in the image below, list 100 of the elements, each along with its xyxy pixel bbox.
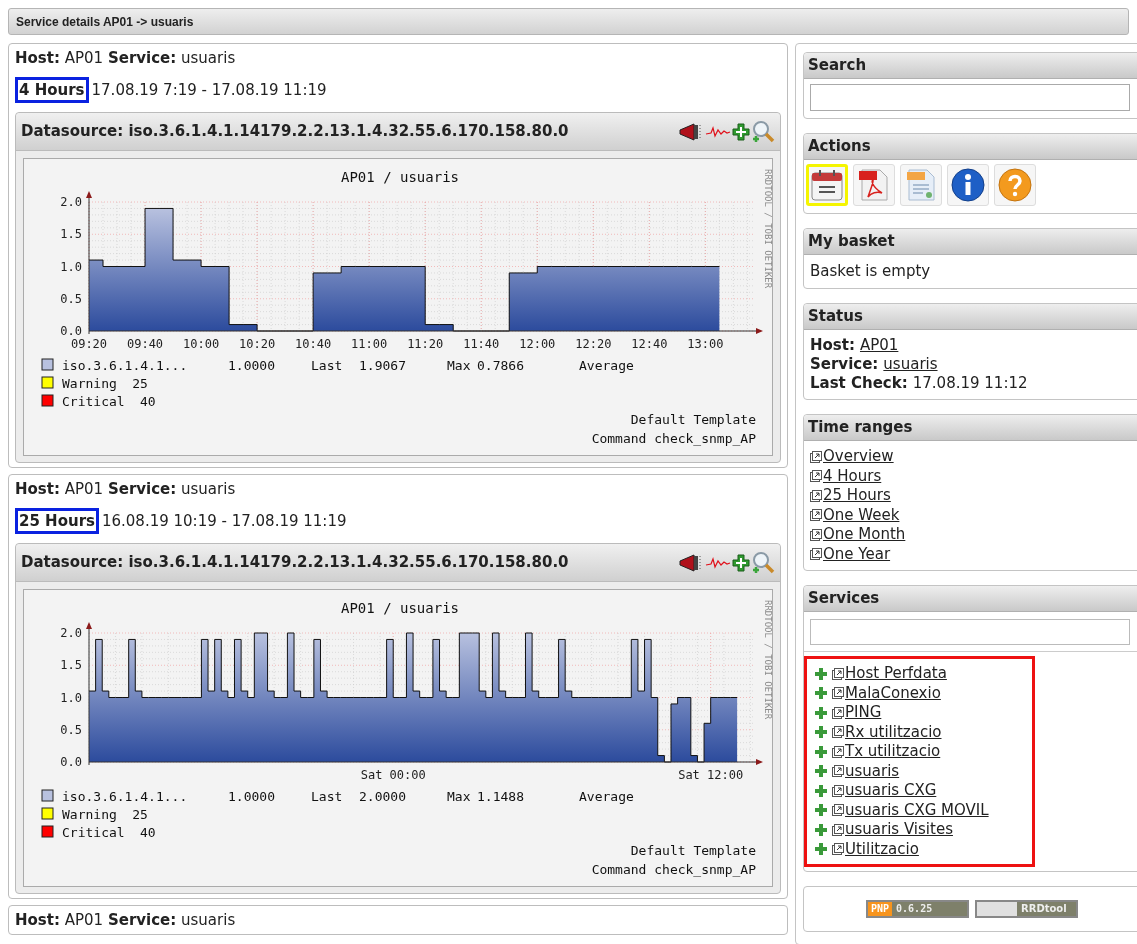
external-link-icon [832,784,844,797]
external-link-icon [832,823,844,836]
plus-icon[interactable] [732,553,750,572]
badge-label: RRDtool [1020,902,1068,916]
plus-icon[interactable] [815,706,827,719]
command-text: Command check_snmp_AP [591,431,756,446]
axis-label: Sat 00:00 [360,768,426,782]
megaphone-icon[interactable] [678,552,704,573]
external-link-icon [810,548,822,561]
plus-icon[interactable] [815,687,827,700]
external-link-icon [832,843,844,856]
legend-text: 0.7866 [477,358,524,373]
status-label: Host: [810,336,855,355]
legend-text: 40 [140,825,156,840]
service-link[interactable]: Rx utilitzacio [845,722,942,742]
axis-label: 0.5 [60,291,82,306]
plus-icon[interactable] [815,667,827,680]
service-link[interactable]: usuaris CXG [845,781,937,801]
zoom-icon[interactable] [751,119,775,144]
chart-title: AP01 / usuaris [341,600,459,616]
legend-text: Critical [62,825,125,840]
services-filter-field[interactable] [810,619,1130,645]
time-range-link[interactable]: One Week [823,505,900,525]
plus-icon[interactable] [815,804,827,817]
time-range-link[interactable]: Overview [823,447,894,467]
section-header: Search [804,53,1137,79]
external-link-icon [832,745,844,758]
section-header: Status [804,304,1137,330]
badge-label: PNP [868,902,893,916]
service-link[interactable]: Host Perfdata [845,664,947,684]
plus-icon[interactable] [815,765,827,778]
plus-icon[interactable] [732,122,750,141]
axis-label: 11:00 [351,337,388,351]
datasource-title: Datasource: iso.3.6.1.4.1.14179.2.2.13.1.4.32.55.6.170.158.80.0 [21,552,569,574]
time-range-link[interactable]: One Year [823,544,891,564]
external-link-icon [810,528,822,541]
status-link[interactable]: usuaris [883,355,938,374]
legend-text: Max [447,358,471,373]
service-link[interactable]: usuaris Visites [845,820,953,840]
axis-label: 2.0 [60,626,82,640]
service-link[interactable]: Tx utilitzacio [845,742,941,762]
external-link-icon [810,509,822,522]
legend-text: Critical [62,394,125,409]
time-range-link[interactable]: 25 Hours [823,486,891,506]
status-label: Last Check: [810,374,908,393]
plus-icon[interactable] [815,843,827,856]
legend-text: Last [311,789,343,804]
template-text: Default Template [630,843,756,858]
badge-version: 0.6.25 [895,902,934,916]
legend-text: Average [579,358,634,373]
external-link-icon [810,450,822,463]
title-bar: Service details AP01 -> usuaris [8,8,1129,35]
plus-icon[interactable] [815,784,827,797]
plus-icon[interactable] [815,745,827,758]
host-service-line: Host: AP01 Service: usuaris [15,48,237,68]
legend-text: 1.1488 [477,789,524,804]
legend-text: iso.3.6.1.4.1... [62,358,188,373]
axis-label: 12:00 [519,337,556,351]
axis-label: 10:20 [239,337,276,351]
service-link[interactable]: usuaris CXG MOVIL [845,800,989,820]
axis-label: 2.0 [60,195,82,209]
external-link-icon [810,470,822,483]
legend-text: iso.3.6.1.4.1... [62,789,188,804]
service-link[interactable]: Utilitzacio [845,839,919,859]
status-label: Service: [810,355,879,374]
external-link-icon [832,804,844,817]
template-text: Default Template [630,412,756,427]
datasource-title: Datasource: iso.3.6.1.4.1.14179.2.2.13.1.4.32.55.6.170.158.80.0 [21,121,569,143]
service-link[interactable]: MalaConexio [845,683,941,703]
axis-label: 0.0 [60,324,82,338]
status-link[interactable]: AP01 [859,336,899,355]
basket-text: Basket is empty [810,261,932,281]
plus-icon[interactable] [815,823,827,836]
range-label: 25 Hours [15,508,99,534]
zoom-icon[interactable] [751,550,775,575]
date-range: 16.08.19 10:19 - 17.08.19 11:19 [101,511,347,531]
axis-label: 1.5 [60,227,82,242]
megaphone-icon[interactable] [678,121,704,142]
credit-text: RRDTOOL / TOBI OETIKER [763,169,773,289]
section-header: My basket [804,229,1137,255]
section-header: Services [804,586,1137,612]
chart-title: AP01 / usuaris [341,169,459,185]
external-link-icon [810,489,822,502]
axis-label: 11:20 [407,337,444,351]
axis-label: 0.5 [60,722,82,737]
search-field[interactable] [810,84,1130,111]
axis-label: 10:00 [183,337,220,351]
external-link-icon [832,667,844,680]
plus-icon[interactable] [815,726,827,739]
range-label: 4 Hours [15,77,89,103]
pulse-icon[interactable] [705,124,731,139]
date-range: 17.08.19 7:19 - 17.08.19 11:19 [91,80,327,100]
legend-text: Max [447,789,471,804]
axis-label: 13:00 [687,337,724,351]
time-range-link[interactable]: One Month [823,525,906,545]
time-range-link[interactable]: 4 Hours [823,466,882,486]
external-link-icon [832,687,844,700]
pulse-icon[interactable] [705,555,731,570]
service-link[interactable]: usuaris [845,761,900,781]
service-link[interactable]: PING [845,703,882,723]
